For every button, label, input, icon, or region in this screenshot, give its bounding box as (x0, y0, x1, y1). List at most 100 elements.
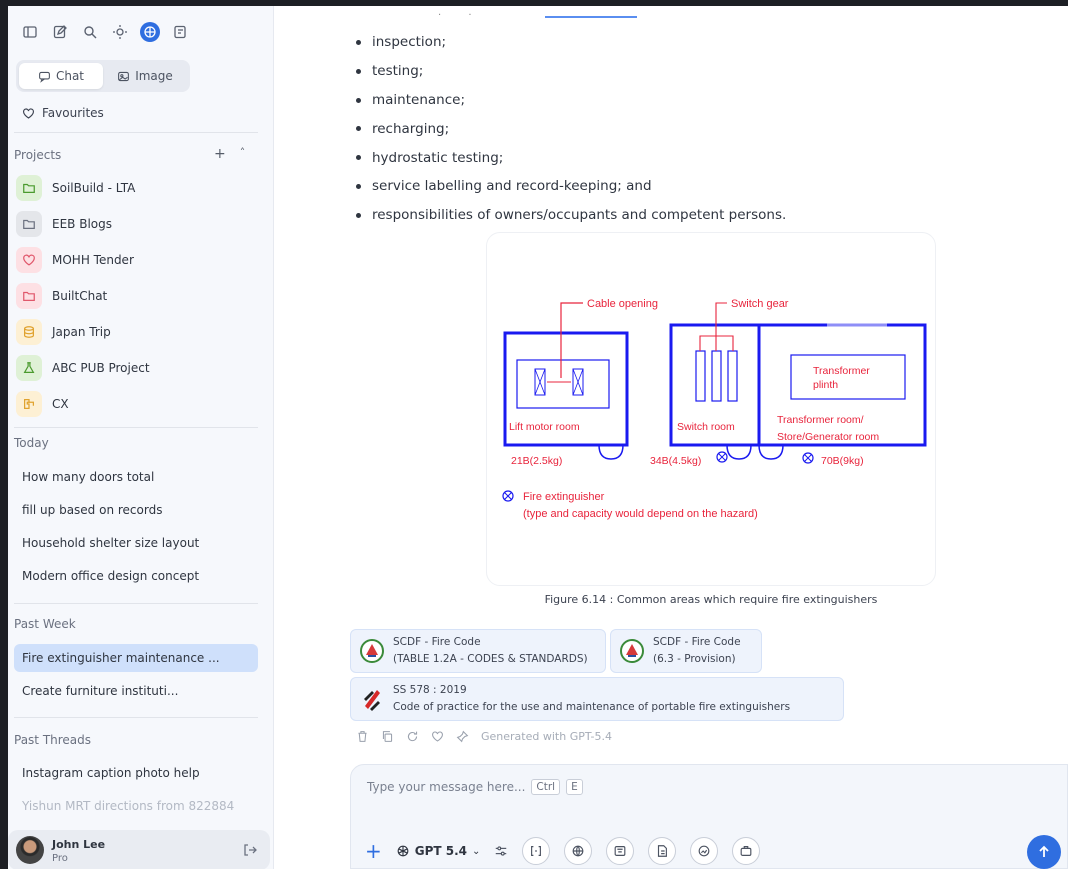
delete-icon[interactable] (356, 730, 369, 743)
project-item[interactable]: ABC PUB Project (16, 355, 150, 381)
thread-item[interactable]: How many doors total (14, 463, 258, 491)
figure-caption: Figure 6.14 : Common areas which require… (544, 593, 878, 606)
explore-icon[interactable] (140, 22, 160, 42)
thread-item[interactable]: Yishun MRT directions from 822884 (14, 792, 258, 820)
tool-button-document[interactable] (648, 837, 677, 865)
project-label: SoilBuild - LTA (52, 181, 136, 195)
lift-machine-box (516, 359, 610, 409)
briefcase-icon (741, 846, 752, 856)
chat-mode-button[interactable]: Chat (19, 63, 103, 89)
image-mode-label: Image (135, 69, 173, 83)
collapse-projects-icon[interactable]: ˄ (240, 146, 246, 162)
message-composer: Type your message here... Ctrl E + GPT 5… (350, 764, 1068, 869)
list-item: inspection; (356, 28, 786, 57)
switchgear-panel (727, 350, 738, 402)
divider (14, 427, 258, 428)
project-label: CX (52, 397, 69, 411)
figure-image[interactable]: Cable opening Lift motor room 21B(2.5kg)… (486, 232, 936, 586)
openai-logo-icon (397, 845, 409, 857)
copy-icon[interactable] (381, 730, 394, 743)
legend-title: Fire extinguisher (523, 491, 605, 503)
scdf-logo-icon (620, 639, 644, 663)
list-item: maintenance; (356, 86, 786, 115)
project-item[interactable]: SoilBuild - LTA (16, 175, 135, 201)
user-plan: Pro (52, 853, 68, 864)
tool-button-image[interactable] (690, 837, 719, 865)
citation-subtitle: (6.3 - Provision) (653, 653, 736, 665)
thread-item[interactable]: Instagram caption photo help (14, 759, 258, 787)
sidebar: Chat Image Favourites Projects + ˄ SoilB… (8, 6, 274, 869)
pin-icon[interactable] (456, 730, 469, 743)
project-label: MOHH Tender (52, 253, 134, 267)
arrow-up-icon (1039, 845, 1049, 857)
citation-card[interactable]: SCDF - Fire Code (TABLE 1.2A - CODES & S… (350, 629, 606, 673)
transformer-plinth-label-2: plinth (813, 379, 838, 391)
folder-icon (16, 175, 42, 201)
search-icon[interactable] (80, 22, 100, 42)
divider (14, 603, 258, 604)
citation-card[interactable]: SS 578 : 2019 Code of practice for the u… (350, 677, 844, 721)
message-actions: Generated with GPT-5.4 (356, 730, 612, 743)
logout-icon[interactable] (242, 842, 258, 858)
image-gen-icon (699, 845, 710, 857)
settings-sliders-icon[interactable] (494, 844, 508, 858)
door-swing (598, 444, 624, 460)
puzzle-icon (16, 391, 42, 417)
favourites-label: Favourites (42, 106, 104, 120)
scdf-logo-icon (360, 639, 384, 663)
image-mode-button[interactable]: Image (103, 63, 187, 89)
citation-subtitle: (TABLE 1.2A - CODES & STANDARDS) (393, 653, 588, 665)
project-label: ABC PUB Project (52, 361, 150, 375)
tool-button-folder[interactable] (732, 837, 761, 865)
thread-item[interactable]: Modern office design concept (14, 562, 258, 590)
new-chat-icon[interactable] (50, 22, 70, 42)
flask-icon (16, 355, 42, 381)
transformer-plinth-label: Transformer (813, 365, 870, 377)
chat-mode-label: Chat (55, 69, 85, 83)
model-selector[interactable]: GPT 5.4 ⌄ (396, 844, 481, 858)
database-icon (16, 319, 42, 345)
project-item[interactable]: Japan Trip (16, 319, 111, 345)
project-label: EEB Blogs (52, 217, 112, 231)
folder-icon (16, 283, 42, 309)
send-button[interactable] (1027, 835, 1061, 869)
response-bullet-list: inspection; testing; maintenance; rechar… (356, 28, 786, 230)
tool-button-filter[interactable] (606, 837, 635, 865)
thread-item[interactable]: Household shelter size layout (14, 529, 258, 557)
project-item[interactable]: BuiltChat (16, 283, 107, 309)
project-label: BuiltChat (52, 289, 108, 303)
add-attachment-icon[interactable]: + (365, 839, 382, 863)
project-item[interactable]: MOHH Tender (16, 247, 134, 273)
sidebar-toggle-icon[interactable] (20, 22, 40, 42)
chevron-down-icon: ⌄ (472, 845, 481, 857)
tool-button-web[interactable] (564, 837, 593, 865)
composer-toolbar: + GPT 5.4 ⌄ (365, 837, 761, 865)
project-item[interactable]: CX (16, 391, 69, 417)
regenerate-icon[interactable] (406, 730, 419, 743)
like-heart-icon[interactable] (431, 730, 444, 743)
thread-item[interactable]: fill up based on records (14, 496, 258, 524)
project-item[interactable]: EEB Blogs (16, 211, 112, 237)
tool-button-code[interactable] (522, 837, 551, 865)
sidebar-toolbar (20, 22, 190, 42)
add-project-icon[interactable]: + (214, 146, 226, 162)
projects-title: Projects (14, 148, 62, 162)
citation-title: SS 578 : 2019 (393, 684, 467, 696)
user-name: John Lee (52, 838, 106, 851)
filter-icon (615, 846, 626, 856)
message-placeholder: Type your message here... (367, 780, 526, 794)
user-profile[interactable]: John Lee Pro (8, 830, 270, 869)
heart-icon (23, 107, 34, 119)
shortcut-key: Ctrl (531, 779, 561, 795)
message-input[interactable]: Type your message here... Ctrl E (367, 779, 583, 795)
thread-item[interactable]: Create furniture instituti... (14, 677, 258, 705)
switchgear-panel (711, 350, 722, 402)
notes-icon[interactable] (170, 22, 190, 42)
citation-card[interactable]: SCDF - Fire Code (6.3 - Provision) (610, 629, 762, 673)
thread-item-selected[interactable]: Fire extinguisher maintenance ... (14, 644, 258, 672)
favourites-link[interactable]: Favourites (22, 106, 104, 120)
cable-opening-label: Cable opening (587, 298, 658, 310)
image-icon (118, 71, 130, 81)
list-item: responsibilities of owners/occupants and… (356, 201, 786, 230)
theme-sun-icon[interactable] (110, 22, 130, 42)
